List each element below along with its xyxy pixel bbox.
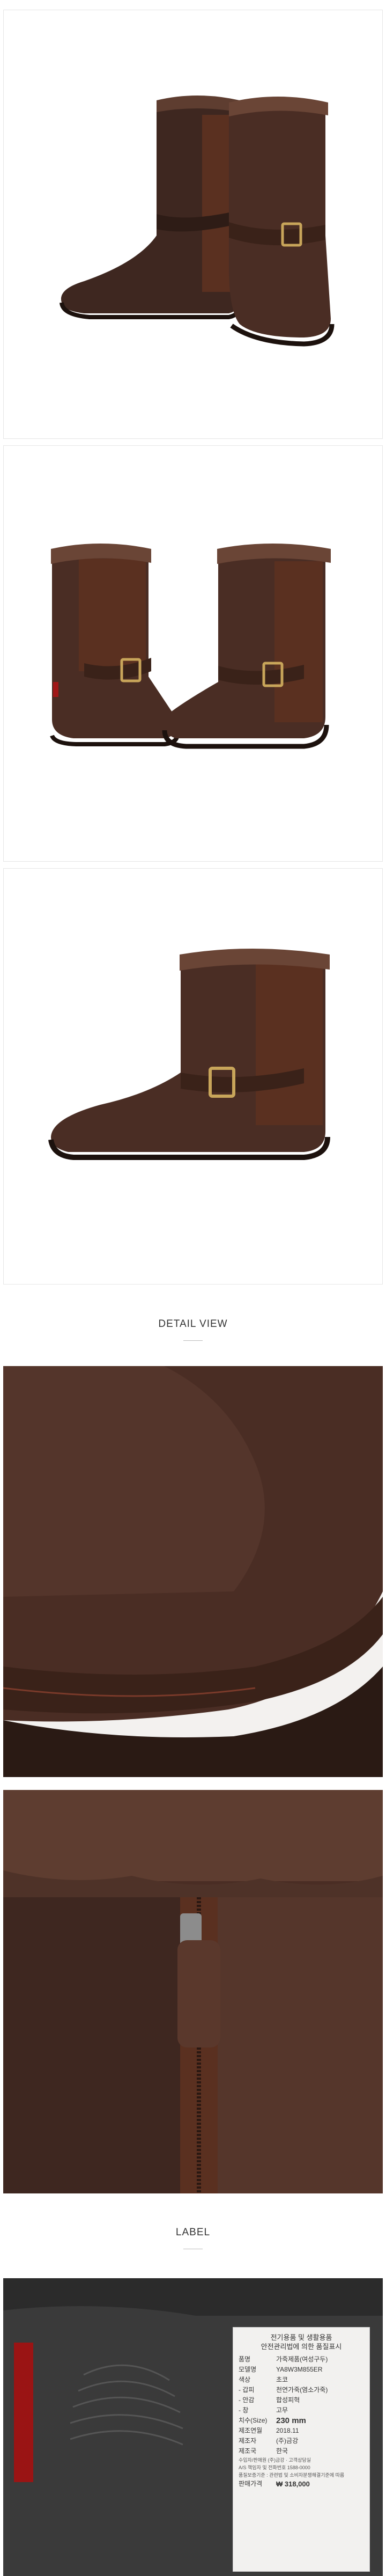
label-note: 수입자/판매원 (주)금강 · 고객상담실 — [239, 2457, 311, 2463]
label-row-size: 치수(Size) 230 mm — [239, 2416, 306, 2425]
label-row-lining: - 안감 합성피혁 — [239, 2396, 300, 2404]
product-photo-1 — [3, 10, 383, 439]
label-note: A/S 책임자 및 전화번호 1588-0000 — [239, 2465, 310, 2470]
label-row-color: 색상 초코 — [239, 2376, 288, 2383]
label-row-date: 제조연월 2018.11 — [239, 2427, 299, 2434]
section-title-detail-view: DETAIL VIEW — [158, 1318, 228, 1330]
product-label-card: 전기용품 및 생활용품 안전관리법에 의한 품질표시 품명 가죽제품(여성구두) … — [233, 2327, 370, 2572]
label-row-model: 모델명 YA8W3M855ER — [239, 2366, 323, 2373]
label-row-maker: 제조자 (주)금강 — [239, 2437, 299, 2445]
label-note: 품질보증기준 : 관련법 및 소비자분쟁해결기준에 따름 — [239, 2472, 345, 2478]
label-card-header: 전기용품 및 생활용품 안전관리법에 의한 품질표시 — [261, 2333, 342, 2351]
section-title-label: LABEL — [175, 2227, 211, 2238]
label-row-item: 품명 가죽제품(여성구두) — [239, 2355, 328, 2363]
label-row-upper: - 갑피 천연가죽(염소가죽) — [239, 2386, 328, 2394]
detail-photo-zipper — [3, 1790, 383, 2193]
product-photo-3 — [3, 868, 383, 1285]
detail-photo-toe — [3, 1366, 383, 1777]
product-photo-2 — [3, 445, 383, 862]
section-divider — [183, 1340, 203, 1341]
label-row-country: 제조국 한국 — [239, 2447, 288, 2455]
label-row-sole: - 창 고무 — [239, 2406, 288, 2414]
label-row-price: 판매가격 ₩ 318,000 — [239, 2480, 310, 2488]
